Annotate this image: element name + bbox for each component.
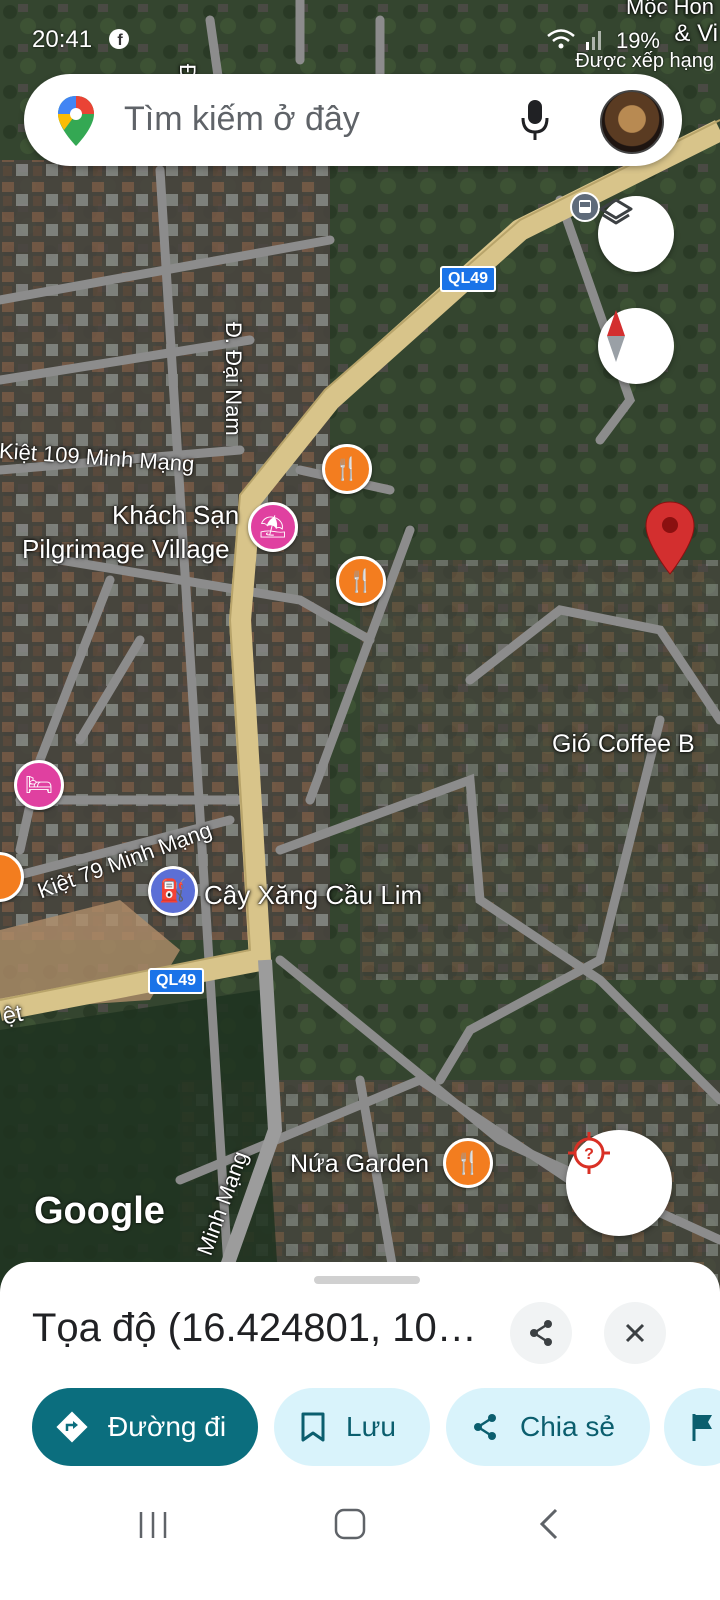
restaurant-icon[interactable]: 🍴: [443, 1138, 493, 1188]
layers-icon: [599, 198, 633, 225]
layers-button[interactable]: [598, 196, 674, 272]
poi-label-hotel-2[interactable]: Pilgrimage Village: [22, 534, 230, 565]
share-label: Chia sẻ: [520, 1411, 615, 1442]
poi-label-hotel[interactable]: Khách Sạn: [112, 500, 239, 531]
location-pin-icon[interactable]: [644, 500, 696, 576]
signal-icon: [586, 31, 601, 50]
back-icon[interactable]: [536, 1506, 562, 1542]
bus-icon[interactable]: [570, 192, 600, 222]
save-label: Lưu: [346, 1411, 396, 1442]
google-logo: Google: [34, 1190, 165, 1232]
restaurant-icon[interactable]: 🍴: [322, 444, 372, 494]
flag-icon: [692, 1414, 712, 1441]
svg-text:f: f: [117, 32, 123, 49]
mic-icon[interactable]: [520, 96, 550, 144]
poi-label-nua-garden[interactable]: Nứa Garden: [290, 1150, 429, 1179]
close-button[interactable]: [604, 1302, 666, 1364]
bed-icon[interactable]: 🛏: [14, 760, 64, 810]
status-time: 20:41: [32, 26, 93, 53]
compass-icon: [607, 310, 625, 362]
search-input[interactable]: Tìm kiếm ở đây: [124, 100, 360, 139]
share-button[interactable]: Chia sẻ: [446, 1388, 650, 1466]
facebook-icon: f: [109, 29, 129, 49]
drag-handle[interactable]: [314, 1276, 420, 1284]
poi-label-gas-station[interactable]: Cây Xăng Cầu Lim: [204, 880, 422, 911]
system-nav-bar: [0, 1470, 720, 1600]
close-icon: [625, 1323, 645, 1343]
search-bar[interactable]: Tìm kiếm ở đây: [24, 74, 682, 166]
avatar[interactable]: [600, 90, 664, 154]
restaurant-icon[interactable]: 🍴: [336, 556, 386, 606]
gas-station-icon[interactable]: ⛽: [148, 866, 198, 916]
map-view[interactable]: Đ. Đ Đ. Đại Nam Kiệt 109 Minh Mạng Khách…: [0, 0, 720, 1310]
directions-button[interactable]: Đường đi: [32, 1388, 258, 1466]
coordinate-title: Tọa độ (16.424801, 10…: [32, 1306, 477, 1350]
maps-logo-icon: [58, 96, 94, 146]
compass-button[interactable]: [598, 308, 674, 384]
directions-label: Đường đi: [108, 1411, 227, 1442]
share-icon: [474, 1414, 496, 1440]
bookmark-icon: [301, 1412, 325, 1442]
home-icon[interactable]: [332, 1506, 368, 1542]
route-shield-ql49: QL49: [440, 266, 497, 292]
hotel-icon[interactable]: ⛱: [248, 502, 298, 552]
status-bar: 20:41 f 19%: [0, 0, 720, 80]
battery-level: 19%: [615, 28, 660, 53]
share-icon: [530, 1320, 552, 1346]
directions-icon: [56, 1411, 88, 1443]
my-location-icon: ?: [568, 1132, 610, 1174]
route-shield-ql49: QL49: [148, 968, 205, 994]
my-location-button[interactable]: ?: [566, 1130, 672, 1236]
share-button-small[interactable]: [510, 1302, 572, 1364]
svg-text:?: ?: [584, 1146, 594, 1163]
wifi-icon: [547, 29, 575, 49]
save-button[interactable]: Lưu: [274, 1388, 430, 1466]
recents-icon[interactable]: [136, 1508, 170, 1542]
poi-label-gio-coffee[interactable]: Gió Coffee B: [552, 730, 695, 759]
label-button[interactable]: [664, 1388, 720, 1466]
street-label-dai-nam: Đ. Đại Nam: [221, 322, 246, 436]
